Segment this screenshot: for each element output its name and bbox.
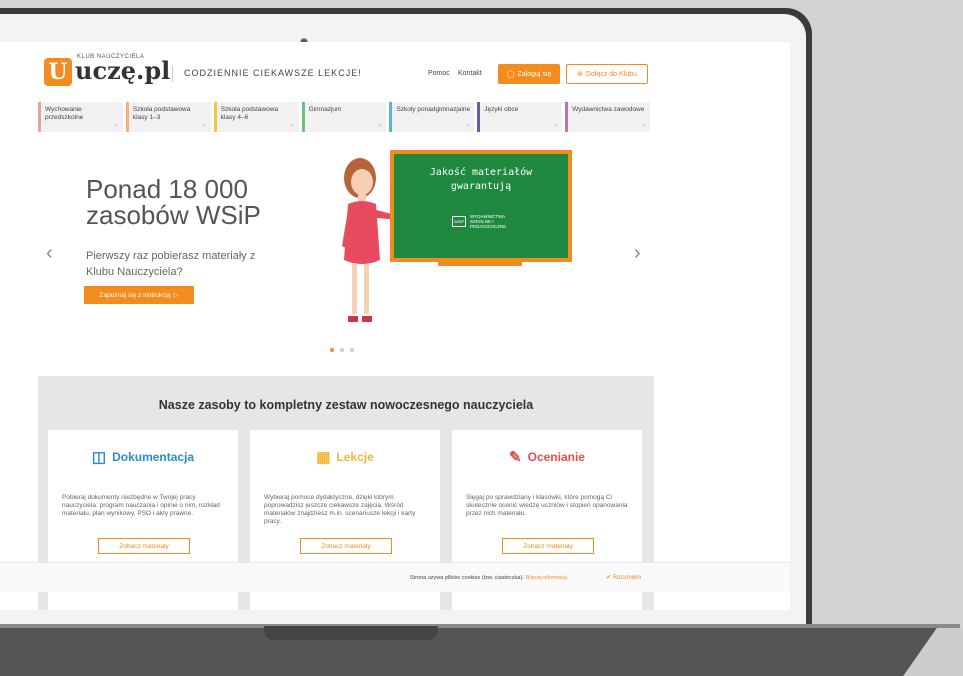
join-button-label: Dołącz do Klubu xyxy=(585,70,637,78)
chalkboard-stand xyxy=(438,262,522,266)
card-description: Wybieraj pomoce dydaktyczne, dzięki któr… xyxy=(264,494,416,525)
cookie-accept-label: Rozumiem xyxy=(612,575,642,581)
wsip-logo: WSiP WYDAWNICTWA SZKOLNE I PEDAGOGICZNE xyxy=(452,214,520,229)
logo-text: KLUB NAUCZYCIELA uczę.pl xyxy=(75,54,171,86)
laptop-notch xyxy=(264,626,438,640)
nav-item-preschool[interactable]: Wychowanie przedszkolne ⌄ xyxy=(38,102,123,132)
check-icon: ✔ xyxy=(606,575,612,581)
inbox-icon: ◫ xyxy=(91,449,107,466)
see-materials-button[interactable]: Zobacz materiały xyxy=(502,538,594,554)
chevron-down-icon: ⌄ xyxy=(289,122,295,128)
logo-klub-label: KLUB NAUCZYCIELA xyxy=(77,54,145,60)
card-description: Sięgaj po sprawdziany i klasówki, które … xyxy=(466,494,628,517)
carousel-next-icon[interactable]: › xyxy=(634,242,641,265)
cookie-accept-button[interactable]: ✔ Rozumiem xyxy=(606,574,641,581)
nav-item-vocational[interactable]: Wydawnictwa zawodowe ⌄ xyxy=(565,102,651,132)
nav-item-label: Gimnazjum xyxy=(308,106,342,113)
site-logo[interactable]: U KLUB NAUCZYCIELA uczę.pl xyxy=(44,54,171,86)
carousel-dot-1[interactable] xyxy=(330,348,334,352)
card-title-label: Lekcje xyxy=(336,450,374,464)
site-header: U KLUB NAUCZYCIELA uczę.pl CODZIENNIE CI… xyxy=(40,54,660,94)
hero-title-line2: zasobów WSiP xyxy=(86,200,261,230)
join-club-button[interactable]: ⊕ Dołącz do Klubu xyxy=(566,64,648,84)
contact-link[interactable]: Kontakt xyxy=(458,70,482,77)
plus-circle-icon: ⊕ xyxy=(577,71,583,78)
arrow-circle-icon: ▷ xyxy=(173,292,179,299)
card-title[interactable]: ▦ Lekcje xyxy=(250,448,440,466)
chalkboard-text: Jakość materiałów gwarantują xyxy=(394,166,568,194)
instructions-button-label: Zapoznaj się z instrukcją xyxy=(99,291,171,299)
wsip-logo-text: WYDAWNICTWA SZKOLNE I PEDAGOGICZNE xyxy=(470,214,507,229)
nav-item-primary-1-3[interactable]: Szkoła podstawowa klasy 1–3 ⌄ xyxy=(125,102,211,132)
chevron-down-icon: ⌄ xyxy=(640,122,647,128)
chalkboard-line1: Jakość materiałów xyxy=(429,167,533,178)
nav-item-label: Wydawnictwa zawodowe xyxy=(572,106,645,113)
nav-item-gimnazjum[interactable]: Gimnazjum ⌄ xyxy=(301,102,387,132)
carousel-prev-icon[interactable]: ‹ xyxy=(46,242,53,265)
nav-item-languages[interactable]: Języki obce ⌄ xyxy=(477,102,563,132)
browser-screen: U KLUB NAUCZYCIELA uczę.pl CODZIENNIE CI… xyxy=(0,42,790,610)
resources-heading: Nasze zasoby to kompletny zestaw nowocze… xyxy=(158,398,534,412)
wsip-logo-mark: WSiP xyxy=(452,216,466,227)
card-title-label: Ocenianie xyxy=(527,450,585,464)
cookie-text: Strona używa plików cookies (tzw. ciaste… xyxy=(410,575,568,581)
category-nav: Wychowanie przedszkolne ⌄ Szkoła podstawo… xyxy=(38,102,651,132)
login-button-label: Zaloguj się xyxy=(517,70,552,78)
chevron-down-icon: ⌄ xyxy=(553,122,559,128)
card-title[interactable]: ◫ Dokumentacja xyxy=(48,448,238,466)
document-icon: ▦ xyxy=(316,449,331,466)
tagline-divider xyxy=(172,66,173,82)
cookie-bar: Strona używa plików cookies (tzw. ciaste… xyxy=(0,562,790,592)
nav-item-secondary[interactable]: Szkoły ponadgimnazjalne ⌄ xyxy=(389,102,475,132)
hero-title-line1: Ponad 18 000 xyxy=(86,174,248,204)
lock-icon: ◯ xyxy=(506,71,515,78)
edit-icon: ✎ xyxy=(509,449,522,466)
card-description: Pobieraj dokumenty niezbędne w Twojej pr… xyxy=(62,494,220,517)
chalkboard-line2: gwarantują xyxy=(450,181,512,192)
nav-item-primary-4-6[interactable]: Szkoła podstawowa klasy 4–6 ⌄ xyxy=(213,102,299,132)
nav-item-label: Języki obce xyxy=(484,106,519,113)
logo-mark: U xyxy=(44,58,72,86)
chevron-down-icon: ⌄ xyxy=(201,122,207,128)
cookie-message: Strona używa plików cookies (tzw. ciaste… xyxy=(410,575,524,581)
hero-title: Ponad 18 000 zasobów WSiP xyxy=(86,176,261,228)
nav-item-label: Wychowanie przedszkolne xyxy=(45,106,84,121)
nav-item-label: Szkoła podstawowa klasy 4–6 xyxy=(220,106,279,121)
see-materials-button[interactable]: Zobacz materiały xyxy=(300,538,392,554)
logo-name: uczę.pl xyxy=(75,56,171,85)
chevron-down-icon: ⌄ xyxy=(377,122,383,128)
nav-item-label: Szkoły ponadgimnazjalne xyxy=(396,106,471,113)
help-link[interactable]: Pomoc xyxy=(428,70,450,77)
nav-item-label: Szkoła podstawowa klasy 1–3 xyxy=(132,106,191,121)
chalkboard: Jakość materiałów gwarantują WSiP WYDAWN… xyxy=(390,150,572,262)
chevron-down-icon: ⌄ xyxy=(113,122,119,128)
see-materials-button[interactable]: Zobacz materiały xyxy=(98,538,190,554)
login-button[interactable]: ◯ Zaloguj się xyxy=(498,64,560,84)
site-tagline: CODZIENNIE CIEKAWSZE LEKCJE! xyxy=(184,68,362,78)
cookie-more-link[interactable]: Więcej informacji. xyxy=(525,575,568,581)
carousel-dot-2[interactable] xyxy=(340,348,344,352)
card-title-label: Dokumentacja xyxy=(112,450,195,464)
laptop-base xyxy=(0,628,963,676)
card-title[interactable]: ✎ Ocenianie xyxy=(452,448,642,466)
instructions-button[interactable]: Zapoznaj się z instrukcją ▷ xyxy=(84,286,194,304)
carousel-dot-3[interactable] xyxy=(350,348,354,352)
chevron-down-icon: ⌄ xyxy=(465,122,471,128)
carousel-dots xyxy=(330,348,354,352)
hero-subtitle: Pierwszy raz pobierasz materiały z Klubu… xyxy=(86,250,256,278)
